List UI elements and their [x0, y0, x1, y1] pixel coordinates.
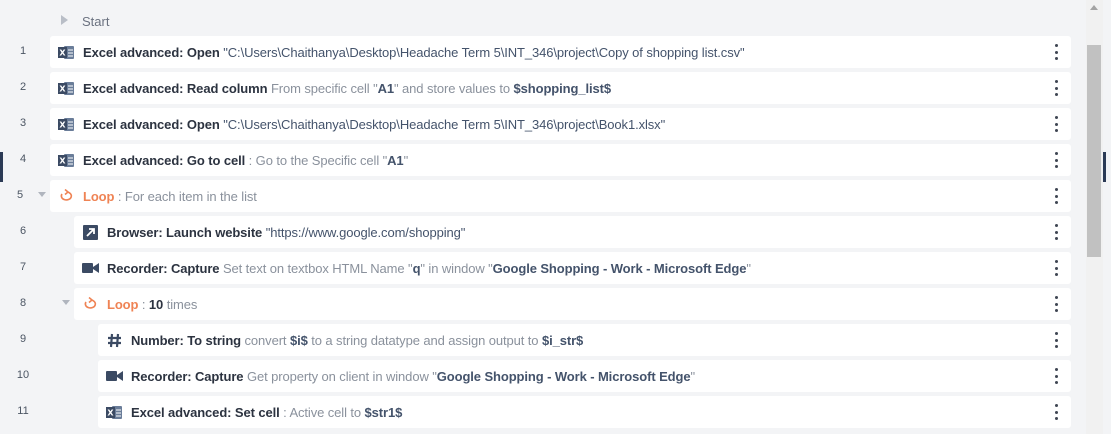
step-card[interactable]: X Excel advanced: Go to cell : Go to the… — [50, 144, 1071, 176]
video-camera-icon — [82, 260, 99, 277]
task-editor: Start 1 X Excel advanced: Open "C:\Users… — [0, 0, 1086, 434]
more-vertical-icon[interactable] — [1053, 44, 1059, 60]
loop-icon — [58, 188, 75, 205]
line-number: 10 — [16, 369, 30, 381]
step-row-11[interactable]: 11 X Excel advanced: Set cell : Active c… — [0, 396, 1080, 428]
hash-icon — [106, 332, 123, 349]
loop-icon — [82, 296, 99, 313]
step-row-6[interactable]: 6 Browser: Launch website "https://www.g… — [0, 216, 1080, 248]
more-vertical-icon[interactable] — [1053, 80, 1059, 96]
step-text: Loop : 10 times — [107, 296, 198, 312]
line-number: 7 — [19, 261, 27, 273]
step-text: Recorder: Capture Set text on textbox HT… — [107, 260, 751, 276]
svg-text:X: X — [59, 84, 66, 93]
step-text: Recorder: Capture Get property on client… — [131, 368, 695, 384]
svg-text:X: X — [59, 48, 66, 57]
step-row-9[interactable]: 9 Number: To string convert $i$ to a str… — [0, 324, 1080, 356]
step-row-1[interactable]: 1 X Excel advanced: Open "C:\Users\Chait… — [0, 36, 1080, 68]
step-card[interactable]: Recorder: Capture Get property on client… — [98, 360, 1071, 392]
step-text: Browser: Launch website "https://www.goo… — [107, 224, 466, 240]
step-row-3[interactable]: 3 X Excel advanced: Open "C:\Users\Chait… — [0, 108, 1080, 140]
more-vertical-icon[interactable] — [1053, 368, 1059, 384]
line-number: 9 — [19, 333, 27, 345]
step-row-7[interactable]: 7 Recorder: Capture Set text on textbox … — [0, 252, 1080, 284]
step-card[interactable]: Recorder: Capture Set text on textbox HT… — [74, 252, 1071, 284]
line-number: 1 — [19, 45, 27, 57]
line-number: 8 — [19, 297, 27, 309]
step-row-10[interactable]: 10 Recorder: Capture Get property on cli… — [0, 360, 1080, 392]
step-text: Excel advanced: Open "C:\Users\Chaithany… — [83, 116, 666, 132]
more-vertical-icon[interactable] — [1053, 116, 1059, 132]
excel-icon: X — [58, 80, 75, 97]
start-node[interactable]: Start — [0, 6, 1080, 36]
line-number: 5 — [16, 189, 24, 201]
line-number: 11 — [17, 405, 29, 417]
svg-text:X: X — [59, 156, 66, 165]
scroll-up-icon[interactable] — [1090, 5, 1098, 10]
step-card[interactable]: Loop : For each item in the list — [50, 180, 1071, 212]
right-edge-marker — [1103, 152, 1106, 182]
excel-icon: X — [106, 404, 123, 421]
line-number: 4 — [19, 153, 27, 165]
line-number: 2 — [19, 81, 27, 93]
excel-icon: X — [58, 44, 75, 61]
step-card[interactable]: Browser: Launch website "https://www.goo… — [74, 216, 1071, 248]
more-vertical-icon[interactable] — [1053, 296, 1059, 312]
collapse-caret-icon[interactable] — [38, 192, 46, 197]
launch-arrow-icon — [82, 224, 99, 241]
step-row-4[interactable]: 4 X Excel advanced: Go to cell : Go to t… — [0, 144, 1080, 176]
line-number: 6 — [19, 225, 27, 237]
step-text: Loop : For each item in the list — [83, 188, 257, 204]
step-text: Excel advanced: Open "C:\Users\Chaithany… — [83, 44, 745, 60]
scrollbar-thumb[interactable] — [1087, 45, 1101, 257]
vertical-scrollbar[interactable] — [1086, 0, 1103, 434]
step-text: Number: To string convert $i$ to a strin… — [131, 332, 584, 348]
step-card[interactable]: Loop : 10 times — [74, 288, 1071, 320]
svg-text:X: X — [107, 408, 114, 417]
collapse-caret-icon[interactable] — [62, 300, 70, 305]
line-number: 3 — [19, 117, 27, 129]
more-vertical-icon[interactable] — [1053, 404, 1059, 420]
step-card[interactable]: Number: To string convert $i$ to a strin… — [98, 324, 1071, 356]
more-vertical-icon[interactable] — [1053, 332, 1059, 348]
video-camera-icon — [106, 368, 123, 385]
play-icon — [61, 15, 68, 25]
step-card[interactable]: X Excel advanced: Set cell : Active cell… — [98, 396, 1071, 428]
step-card[interactable]: X Excel advanced: Read column From speci… — [50, 72, 1071, 104]
step-row-8[interactable]: 8 Loop : 10 times — [0, 288, 1080, 320]
step-card[interactable]: X Excel advanced: Open "C:\Users\Chaitha… — [50, 108, 1071, 140]
more-vertical-icon[interactable] — [1053, 260, 1059, 276]
step-card[interactable]: X Excel advanced: Open "C:\Users\Chaitha… — [50, 36, 1071, 68]
more-vertical-icon[interactable] — [1053, 152, 1059, 168]
more-vertical-icon[interactable] — [1053, 188, 1059, 204]
more-vertical-icon[interactable] — [1053, 224, 1059, 240]
excel-icon: X — [58, 152, 75, 169]
step-text: Excel advanced: Read column From specifi… — [83, 80, 611, 96]
svg-text:X: X — [59, 120, 66, 129]
step-text: Excel advanced: Set cell : Active cell t… — [131, 404, 403, 420]
start-label: Start — [82, 13, 110, 29]
step-row-2[interactable]: 2 X Excel advanced: Read column From spe… — [0, 72, 1080, 104]
step-row-5[interactable]: 5 Loop : For each item in the list — [0, 180, 1080, 212]
excel-icon: X — [58, 116, 75, 133]
step-text: Excel advanced: Go to cell : Go to the S… — [83, 152, 409, 168]
